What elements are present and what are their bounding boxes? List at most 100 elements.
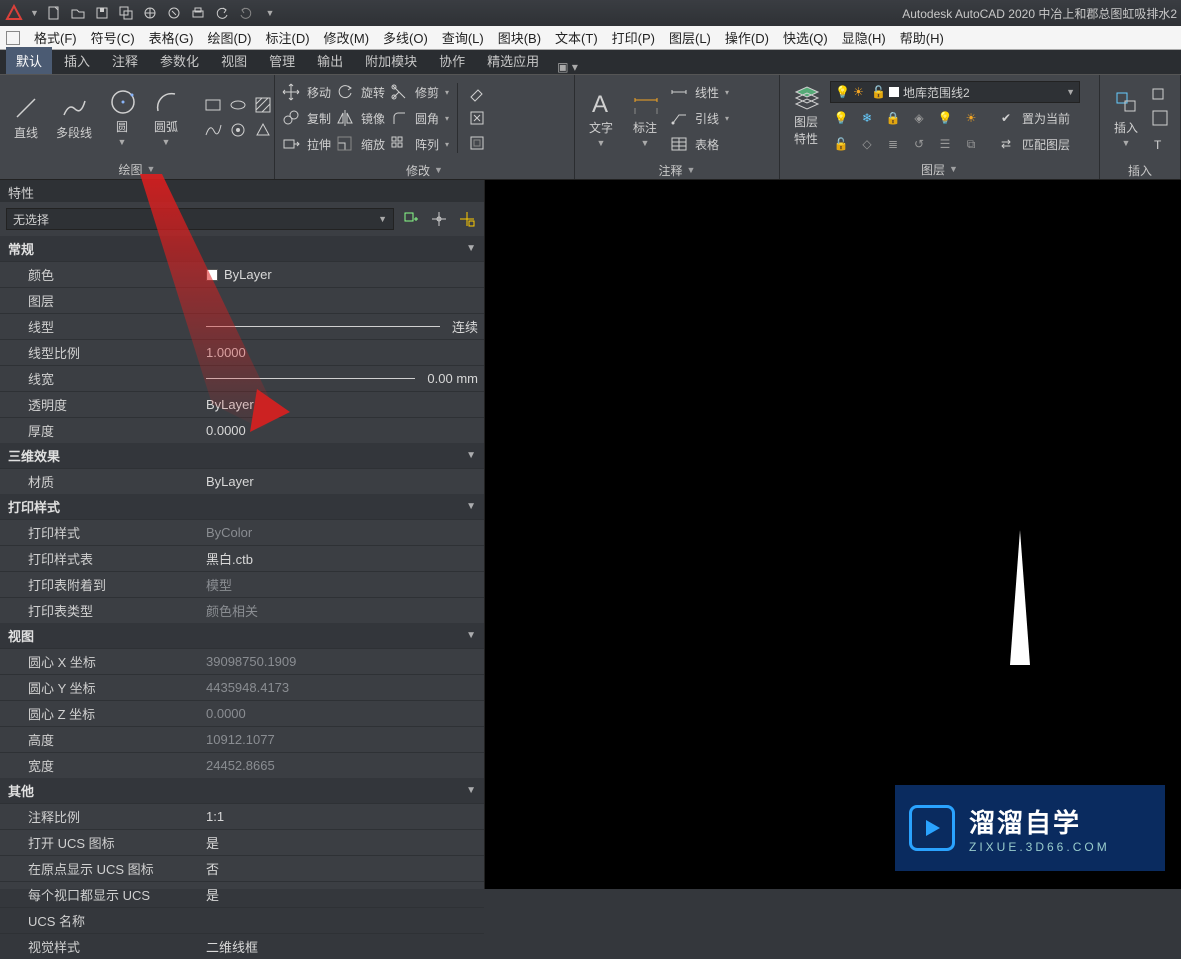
layer-combo[interactable]: 💡 ☀ 🔓 ▼ [830,81,1080,103]
quick-select-icon[interactable] [456,208,478,230]
tool-arc[interactable]: 圆弧 ▼ [146,86,186,149]
tool-move[interactable]: 移动 [281,79,331,105]
property-value[interactable]: ByLayer [200,392,484,417]
property-value[interactable]: 黑白.ctb [200,546,484,571]
property-value[interactable]: 二维线框 [200,934,484,959]
property-value[interactable]: 否 [200,856,484,881]
tool-table[interactable]: 表格 [669,131,729,157]
menu-table[interactable]: 表格(G) [143,26,200,49]
tool-mirror[interactable]: 镜像 [335,105,385,131]
tool-array[interactable]: 阵列▾ [389,131,449,157]
layer-prev-icon[interactable]: ↺ [908,133,930,155]
tool-match-layer[interactable]: ⇄匹配图层 [996,133,1070,155]
spline-icon[interactable] [202,119,224,141]
tool-stretch[interactable]: 拉伸 [281,131,331,157]
drawing-canvas[interactable]: 溜溜自学 ZIXUE.3D66.COM [485,180,1181,889]
hatch-icon[interactable] [252,94,274,116]
tab-output[interactable]: 输出 [307,47,353,74]
tool-scale[interactable]: 缩放 [335,131,385,157]
property-row[interactable]: 圆心 X 坐标39098750.1909 [0,648,484,674]
tool-trim[interactable]: 修剪▾ [389,79,449,105]
property-value[interactable]: ByColor [200,520,484,545]
tool-rotate[interactable]: 旋转 [335,79,385,105]
property-value[interactable]: 连续 [200,314,484,339]
tool-text[interactable]: A 文字 ▼ [581,87,621,150]
property-row[interactable]: 打印表类型颜色相关 [0,597,484,623]
saveas-icon[interactable] [117,4,135,22]
property-row[interactable]: 打印样式ByColor [0,519,484,545]
rectangle-icon[interactable] [202,94,224,116]
menu-leader-icon[interactable] [6,31,20,45]
property-value[interactable] [200,288,484,313]
tool-create-block[interactable] [1150,105,1170,131]
property-value[interactable]: 24452.8665 [200,753,484,778]
property-row[interactable]: UCS 名称 [0,907,484,933]
menu-dim[interactable]: 标注(D) [259,26,315,49]
property-value[interactable]: 39098750.1909 [200,649,484,674]
menu-mline[interactable]: 多线(O) [377,26,434,49]
property-row[interactable]: 透明度ByLayer [0,391,484,417]
menu-symbol[interactable]: 符号(C) [85,26,141,49]
tab-view[interactable]: 视图 [211,47,257,74]
web-save-icon[interactable] [165,4,183,22]
section-header[interactable]: 常规▼ [0,236,484,261]
property-row[interactable]: 每个视口都显示 UCS是 [0,881,484,907]
tool-attr-block[interactable]: T [1150,131,1170,157]
tool-circle[interactable]: 圆 ▼ [102,86,142,149]
offset-icon[interactable] [466,132,488,154]
panel-layer-label[interactable]: 图层▼ [780,159,1099,179]
menu-format[interactable]: 格式(F) [28,26,83,49]
chevron-down-icon[interactable]: ▼ [1066,87,1075,97]
tool-line[interactable]: 直线 [6,92,46,143]
tool-layer-properties[interactable]: 图层 特性 [786,81,826,149]
property-row[interactable]: 宽度24452.8665 [0,752,484,778]
ellipse-icon[interactable] [227,94,249,116]
tab-overflow-icon[interactable]: ▣ ▾ [557,60,578,74]
tool-fillet[interactable]: 圆角▾ [389,105,449,131]
property-row[interactable]: 注释比例1:1 [0,803,484,829]
menu-help[interactable]: 帮助(H) [894,26,950,49]
toggle-pickadd-icon[interactable] [400,208,422,230]
property-value[interactable]: 1.0000 [200,340,484,365]
property-row[interactable]: 材质ByLayer [0,468,484,494]
layer-off-icon[interactable]: 💡 [830,107,852,129]
menu-modify[interactable]: 修改(M) [318,26,376,49]
menu-showhide[interactable]: 显隐(H) [836,26,892,49]
property-value[interactable]: 0.0000 [200,701,484,726]
layer-walk-icon[interactable]: ≣ [882,133,904,155]
tool-copy[interactable]: 复制 [281,105,331,131]
property-row[interactable]: 打印表附着到模型 [0,571,484,597]
tab-collab[interactable]: 协作 [429,47,475,74]
menu-block[interactable]: 图块(B) [492,26,547,49]
section-header[interactable]: 三维效果▼ [0,443,484,468]
property-row[interactable]: 打印样式表黑白.ctb [0,545,484,571]
property-row[interactable]: 视觉样式二维线框 [0,933,484,959]
web-open-icon[interactable] [141,4,159,22]
tool-dim[interactable]: 标注 ▼ [625,87,665,150]
tab-addins[interactable]: 附加模块 [355,47,427,74]
property-value[interactable]: 模型 [200,572,484,597]
property-value[interactable]: 1:1 [200,804,484,829]
property-value[interactable]: ByLayer [200,262,484,287]
panel-draw-label[interactable]: 绘图▼ [0,159,274,179]
property-row[interactable]: 在原点显示 UCS 图标否 [0,855,484,881]
tab-annotate[interactable]: 注释 [102,47,148,74]
layer-unisolate-icon[interactable]: ◇ [856,133,878,155]
property-row[interactable]: 线宽0.00 mm [0,365,484,391]
menu-print[interactable]: 打印(P) [606,26,661,49]
layer-merge-icon[interactable]: ⧉ [960,133,982,155]
property-row[interactable]: 图层 [0,287,484,313]
property-row[interactable]: 线型连续 [0,313,484,339]
tool-leader[interactable]: 引线▾ [669,105,729,131]
tool-set-current-layer[interactable]: ✔置为当前 [996,107,1070,129]
layer-thaw-icon[interactable]: ☀ [960,107,982,129]
tab-parametric[interactable]: 参数化 [150,47,209,74]
menu-draw[interactable]: 绘图(D) [201,26,257,49]
menu-op[interactable]: 操作(D) [719,26,775,49]
menu-text[interactable]: 文本(T) [549,26,604,49]
menu-qselect[interactable]: 快选(Q) [777,26,834,49]
save-icon[interactable] [93,4,111,22]
layer-on-icon[interactable]: 💡 [934,107,956,129]
open-icon[interactable] [69,4,87,22]
tool-linear-dim[interactable]: 线性▾ [669,79,729,105]
